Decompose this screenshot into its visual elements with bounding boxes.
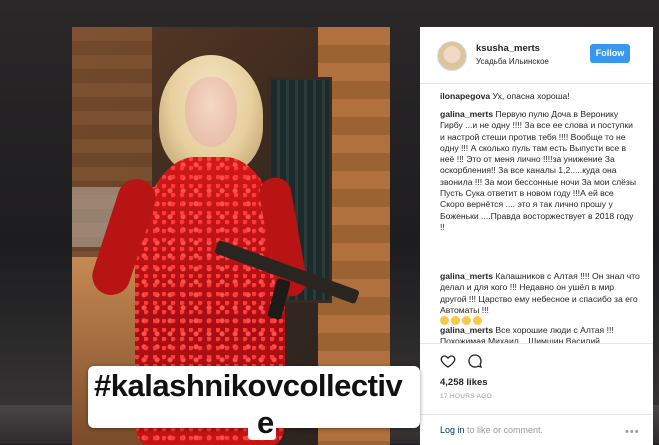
- login-link[interactable]: Log in: [440, 425, 465, 435]
- avatar[interactable]: [437, 41, 467, 71]
- comment-username[interactable]: galina_merts: [440, 109, 493, 119]
- comment-username[interactable]: galina_merts: [440, 325, 493, 335]
- comment-icon[interactable]: [467, 353, 483, 369]
- post-time: 17 HOURS AGO: [440, 393, 493, 400]
- follow-button[interactable]: Follow: [590, 44, 630, 63]
- comment-username[interactable]: galina_merts: [440, 271, 493, 281]
- comment-text: Ух, опасна хороша!: [492, 91, 570, 101]
- comment-username[interactable]: ilonapegova: [440, 91, 490, 101]
- comment: galina_merts Первую пулю Доча в Веронику…: [440, 109, 640, 233]
- post-location[interactable]: Усадьба Ильинское: [476, 57, 549, 66]
- post-header: ksusha_merts Усадьба Ильинское Follow: [420, 27, 653, 84]
- more-icon[interactable]: •••: [625, 426, 640, 438]
- smile-emoji-icon: [473, 316, 482, 326]
- smile-emoji-icon: [451, 316, 460, 326]
- likes-count[interactable]: 4,258 likes: [440, 377, 488, 388]
- post-side-panel: ksusha_merts Усадьба Ильинское Follow il…: [420, 27, 653, 445]
- comment: ilonapegova Ух, опасна хороша!: [440, 91, 640, 102]
- login-rest: to like or comment.: [464, 425, 544, 435]
- author-username[interactable]: ksusha_merts: [476, 43, 540, 54]
- comments-list: ilonapegova Ух, опасна хороша! galina_me…: [420, 89, 653, 359]
- comment-text: Первую пулю Доча в Веронику Гирбу ...и н…: [440, 109, 637, 232]
- smile-emoji-icon: [462, 316, 471, 326]
- heart-icon[interactable]: [440, 353, 456, 369]
- post-actions: 4,258 likes 17 HOURS AGO Log in to like …: [420, 343, 653, 445]
- smile-emoji-icon: [440, 316, 449, 326]
- hashtag-text-tail: e: [257, 405, 275, 440]
- login-bar: Log in to like or comment. •••: [420, 414, 653, 445]
- face: [185, 77, 237, 147]
- login-prompt: Log in to like or comment.: [440, 425, 543, 435]
- comment: galina_merts Калашников с Алтая !!!! Он …: [440, 271, 640, 327]
- hashtag-text: #kalashnikovcollectiv: [94, 368, 403, 403]
